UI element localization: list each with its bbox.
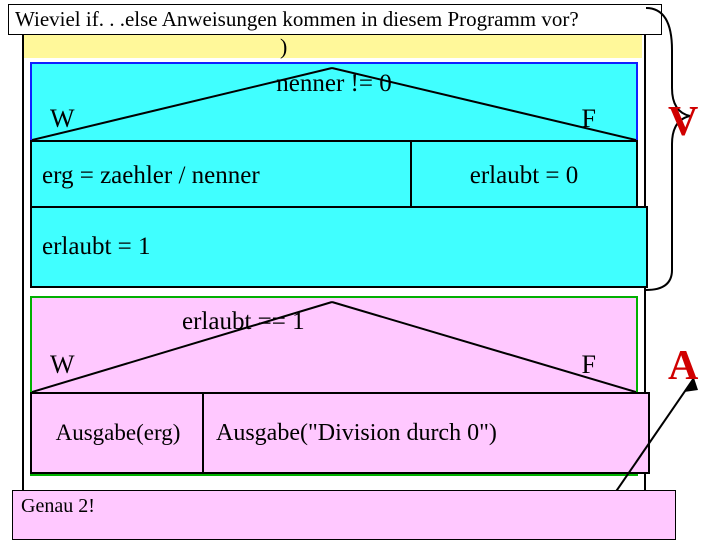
blue-if-block: nenner != 0 W F erg = zaehler / nenner e… [30,62,638,288]
green-false-text: Ausgabe("Division durch 0") [216,420,497,447]
green-true-stmt: Ausgabe(erg) [30,392,206,474]
blue-after-stmt: erlaubt = 1 [30,206,648,288]
blue-false-text: erlaubt = 0 [470,162,579,190]
blue-false-stmt: erlaubt = 0 [410,140,638,212]
green-condition: erlaubt == 1 [182,308,305,336]
question-text: Wieviel if. . .else Anweisungen kommen i… [15,7,579,31]
blue-true-stmt: erg = zaehler / nenner [30,140,424,212]
blue-true-label: W [50,104,75,134]
green-true-text: Ausgabe(erg) [56,420,181,446]
blue-after-text: erlaubt = 1 [42,233,151,261]
green-true-label: W [50,350,75,380]
green-false-label: F [582,350,596,380]
blue-false-label: F [582,104,596,134]
label-A: A [668,342,698,390]
green-if-block: erlaubt == 1 W F Ausgabe(erg) Ausgabe("D… [30,296,638,476]
answer-banner: Genau 2! [12,490,676,540]
green-false-stmt: Ausgabe("Division durch 0") [202,392,650,474]
yellow-fragment: ) [280,34,287,60]
yellow-strip [24,34,642,58]
answer-text: Genau 2! [21,495,95,517]
blue-condition: nenner != 0 [32,70,636,98]
question-banner: Wieviel if. . .else Anweisungen kommen i… [8,4,662,35]
blue-true-text: erg = zaehler / nenner [42,162,260,190]
label-V: V [668,98,698,146]
